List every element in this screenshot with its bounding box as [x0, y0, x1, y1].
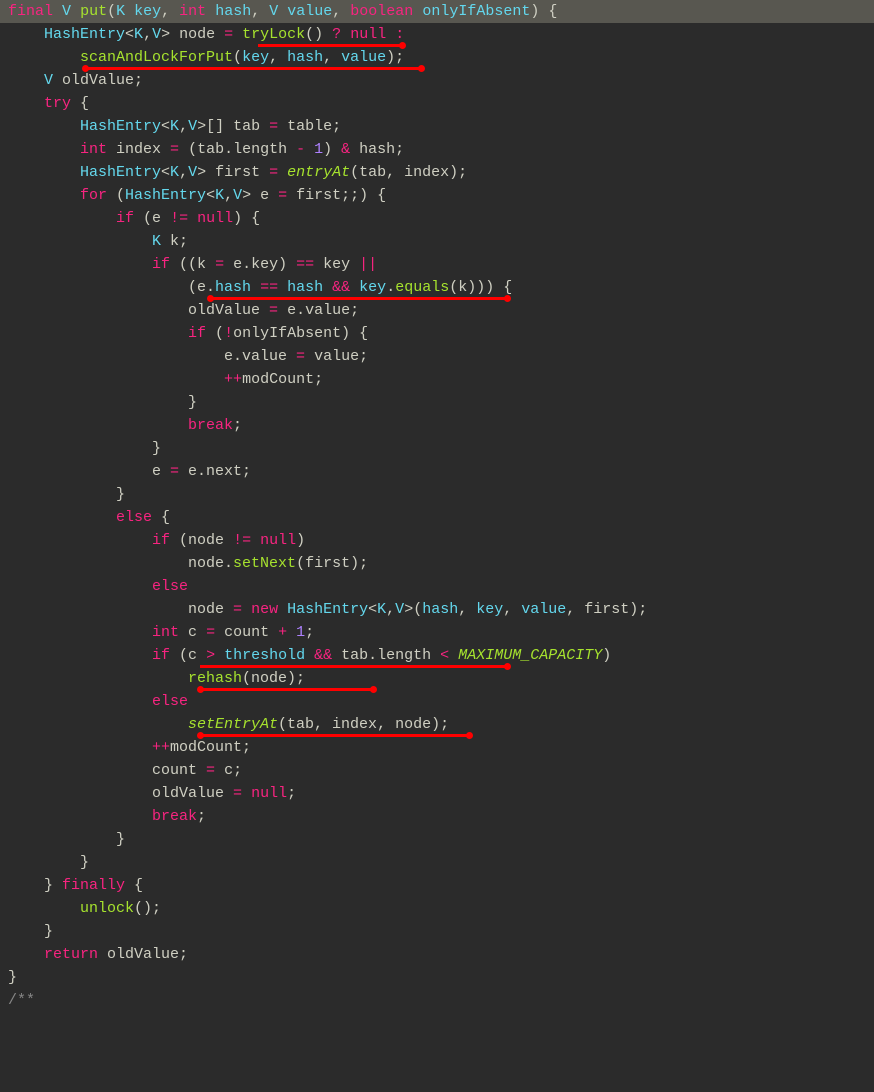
code-line: /** [8, 989, 874, 1012]
code-line: HashEntry<K,V> first = entryAt(tab, inde… [8, 161, 874, 184]
code-line: int c = count + 1; [8, 621, 874, 644]
code-editor: final V put(K key, int hash, V value, bo… [0, 0, 874, 1012]
code-line: oldValue = null; [8, 782, 874, 805]
code-line: scanAndLockForPut(key, hash, value); [8, 46, 874, 69]
code-line: HashEntry<K,V>[] tab = table; [8, 115, 874, 138]
code-line: } [8, 437, 874, 460]
code-line: HashEntry<K,V> node = tryLock() ? null : [8, 23, 874, 46]
code-line: oldValue = e.value; [8, 299, 874, 322]
code-line: if (node != null) [8, 529, 874, 552]
code-content: final V put(K key, int hash, V value, bo… [0, 0, 874, 1012]
code-line: } [8, 391, 874, 414]
code-line: } finally { [8, 874, 874, 897]
code-line: e = e.next; [8, 460, 874, 483]
code-line: ++modCount; [8, 736, 874, 759]
code-line: } [8, 966, 874, 989]
code-line: unlock(); [8, 897, 874, 920]
code-line: if (!onlyIfAbsent) { [8, 322, 874, 345]
code-line: } [8, 920, 874, 943]
code-line: return oldValue; [8, 943, 874, 966]
code-line: int index = (tab.length - 1) & hash; [8, 138, 874, 161]
code-line: final V put(K key, int hash, V value, bo… [8, 0, 874, 23]
code-line: break; [8, 805, 874, 828]
code-line: rehash(node); [8, 667, 874, 690]
code-line: break; [8, 414, 874, 437]
code-line: else [8, 690, 874, 713]
code-line: else [8, 575, 874, 598]
code-line: V oldValue; [8, 69, 874, 92]
code-line: e.value = value; [8, 345, 874, 368]
code-line: for (HashEntry<K,V> e = first;;) { [8, 184, 874, 207]
code-line: } [8, 851, 874, 874]
code-line: else { [8, 506, 874, 529]
code-line: (e.hash == hash && key.equals(k))) { [8, 276, 874, 299]
code-line: } [8, 828, 874, 851]
code-line: node = new HashEntry<K,V>(hash, key, val… [8, 598, 874, 621]
code-line: if (e != null) { [8, 207, 874, 230]
code-line: try { [8, 92, 874, 115]
code-line: } [8, 483, 874, 506]
code-line: K k; [8, 230, 874, 253]
code-line: if (c > threshold && tab.length < MAXIMU… [8, 644, 874, 667]
code-line: if ((k = e.key) == key || [8, 253, 874, 276]
code-line: node.setNext(first); [8, 552, 874, 575]
code-line: count = c; [8, 759, 874, 782]
code-line: setEntryAt(tab, index, node); [8, 713, 874, 736]
code-line: ++modCount; [8, 368, 874, 391]
